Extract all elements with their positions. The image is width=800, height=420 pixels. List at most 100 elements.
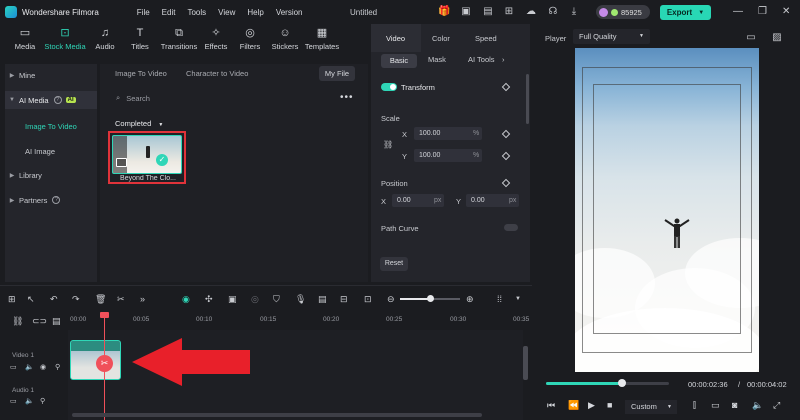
- menu-edit[interactable]: Edit: [162, 8, 176, 17]
- mark-in-icon[interactable]: ⫿: [693, 400, 696, 411]
- sidebar-item-library[interactable]: ▶ Library: [5, 166, 97, 184]
- keyframe-icon[interactable]: [501, 82, 511, 92]
- zoom-in-icon[interactable]: ⊕: [466, 294, 474, 305]
- lock-icon[interactable]: ⚲: [40, 397, 45, 405]
- chevron-down-icon[interactable]: ▼: [515, 296, 521, 302]
- tab-media[interactable]: ▭ Media: [12, 27, 38, 51]
- highlighted-media-item[interactable]: ✓ Beyond The Clo...: [108, 131, 186, 184]
- sidebar-item-mine[interactable]: ▶ Mine: [5, 66, 97, 84]
- sidebar-item-ai-media[interactable]: ▼ AI Media ? AI: [5, 91, 97, 109]
- keyframe-icon[interactable]: [501, 129, 511, 139]
- close-icon[interactable]: ✕: [782, 6, 790, 17]
- feedback-icon[interactable]: ▤: [482, 6, 494, 18]
- tab-titles[interactable]: T Titles: [128, 27, 152, 51]
- tab-filters[interactable]: ◎ Filters: [238, 27, 262, 51]
- progress-knob[interactable]: [618, 379, 627, 387]
- scale-x-field[interactable]: 100.00: [414, 127, 482, 140]
- auto-highlight-icon[interactable]: ▣: [228, 294, 237, 305]
- more-options-icon[interactable]: •••: [340, 92, 354, 103]
- redo-icon[interactable]: ↷: [72, 294, 80, 305]
- render-icon[interactable]: ◎: [251, 294, 259, 305]
- completed-dropdown[interactable]: Completed ▼: [115, 119, 163, 128]
- cut-icon[interactable]: ✂: [117, 294, 125, 305]
- split-scissors-icon[interactable]: ✂: [96, 355, 113, 372]
- my-file-button[interactable]: My File: [319, 66, 355, 81]
- zoom-slider-knob[interactable]: [427, 295, 434, 302]
- timeline-ruler[interactable]: 00:00 00:05 00:10 00:15 00:20 00:25 00:3…: [68, 314, 531, 328]
- playback-progress[interactable]: [546, 379, 669, 387]
- timeline-vertical-scrollbar[interactable]: [523, 346, 528, 380]
- tab-character-to-video[interactable]: Character to Video: [186, 69, 248, 78]
- video-preview[interactable]: [575, 48, 759, 372]
- scale-y-field[interactable]: 100.00: [414, 149, 482, 162]
- grid-view-icon[interactable]: ⁞⁞: [497, 294, 502, 304]
- microphone-icon[interactable]: 🎙: [295, 294, 306, 305]
- previous-frame-icon[interactable]: ⏮: [547, 400, 555, 411]
- timeline-horizontal-scrollbar[interactable]: [72, 413, 482, 417]
- support-icon[interactable]: ☊: [547, 6, 559, 18]
- play-icon[interactable]: ▶: [588, 400, 595, 411]
- captions-icon[interactable]: ▤: [318, 294, 327, 305]
- link-icon[interactable]: ⛓: [12, 316, 23, 327]
- tab-image-to-video[interactable]: Image To Video: [115, 69, 167, 78]
- minimize-icon[interactable]: —: [733, 6, 743, 17]
- keyframe-icon[interactable]: [501, 151, 511, 161]
- help-icon[interactable]: ?: [53, 96, 62, 104]
- keyframe-icon[interactable]: [501, 178, 511, 188]
- tab-color[interactable]: Color: [432, 34, 450, 43]
- step-back-icon[interactable]: ⏪: [568, 400, 579, 411]
- speaker-icon[interactable]: 🔈: [25, 363, 34, 371]
- snap-icon[interactable]: ✣: [205, 294, 213, 305]
- tab-transitions[interactable]: ⧉ Transitions: [158, 27, 200, 51]
- chevron-right-icon[interactable]: ›: [502, 55, 505, 64]
- layout-icon[interactable]: ⊞: [8, 294, 16, 305]
- menu-view[interactable]: View: [218, 8, 235, 17]
- link-icon[interactable]: ⛓: [383, 140, 393, 149]
- tab-mask[interactable]: Mask: [428, 55, 446, 64]
- zoom-dropdown[interactable]: Custom ▼: [625, 400, 677, 414]
- media-thumbnail[interactable]: ✓: [112, 135, 182, 174]
- tab-audio[interactable]: ♫ Audio: [93, 27, 117, 51]
- notification-icon[interactable]: ▣: [460, 6, 472, 18]
- snapshot-image-icon[interactable]: ▨: [771, 32, 783, 44]
- eye-icon[interactable]: ◉: [40, 363, 46, 371]
- ai-assistant-icon[interactable]: ◉: [182, 294, 190, 305]
- tab-ai-tools[interactable]: AI Tools: [468, 55, 495, 64]
- maximize-icon[interactable]: ❐: [758, 6, 767, 17]
- sidebar-item-ai-image[interactable]: AI Image: [5, 142, 97, 160]
- fit-timeline-icon[interactable]: ⊡: [364, 294, 372, 305]
- chapters-icon[interactable]: ⊟: [340, 294, 348, 305]
- menu-tools[interactable]: Tools: [187, 8, 206, 17]
- camera-icon[interactable]: ◙: [732, 400, 737, 410]
- folder-icon[interactable]: ▭: [10, 363, 17, 371]
- select-tool-icon[interactable]: ↖: [27, 294, 35, 305]
- fullscreen-icon[interactable]: ⤢: [773, 400, 780, 411]
- tab-effects[interactable]: ✧ Effects: [203, 27, 229, 51]
- menu-version[interactable]: Version: [276, 8, 303, 17]
- export-button[interactable]: Export ▼: [660, 5, 711, 20]
- shield-icon[interactable]: ⛉: [273, 294, 280, 305]
- grid-icon[interactable]: ⊞: [503, 6, 515, 18]
- playhead-handle[interactable]: [100, 312, 109, 318]
- stop-icon[interactable]: ■: [607, 400, 612, 410]
- download-icon[interactable]: ⤓: [568, 6, 580, 18]
- undo-icon[interactable]: ↶: [50, 294, 58, 305]
- tab-speed[interactable]: Speed: [475, 34, 497, 43]
- tab-basic[interactable]: Basic: [381, 54, 417, 68]
- tab-stock-media[interactable]: ⊡ Stock Media: [43, 27, 87, 51]
- path-curve-toggle[interactable]: [504, 224, 518, 231]
- menu-help[interactable]: Help: [247, 8, 263, 17]
- track-manager-icon[interactable]: ▤: [52, 316, 61, 327]
- compare-view-icon[interactable]: ▭: [745, 32, 757, 44]
- credits-badge[interactable]: 85925: [596, 5, 650, 19]
- tab-stickers[interactable]: ☺ Stickers: [271, 27, 299, 51]
- search-input[interactable]: Search: [126, 94, 150, 103]
- tab-video[interactable]: Video: [386, 34, 405, 43]
- speaker-icon[interactable]: 🔈: [25, 397, 34, 405]
- search-field[interactable]: ⌕ Search: [116, 93, 150, 103]
- help-icon[interactable]: ?: [52, 196, 61, 204]
- upload-cloud-icon[interactable]: ☁: [525, 6, 537, 18]
- gift-icon[interactable]: 🎁: [438, 6, 450, 18]
- menu-file[interactable]: File: [137, 8, 150, 17]
- transform-toggle[interactable]: [381, 83, 397, 91]
